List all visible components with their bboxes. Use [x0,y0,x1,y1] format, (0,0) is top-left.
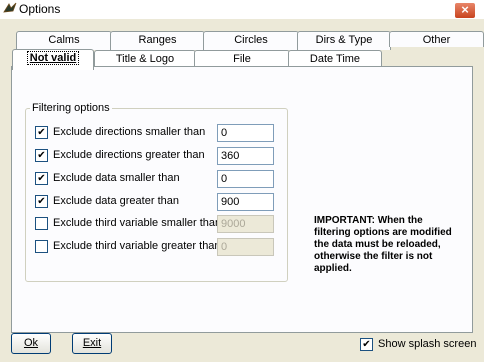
title-bar: Options × [0,0,484,19]
show-splash-label: Show splash screen [378,338,477,350]
tab-label: Ranges [138,34,177,46]
close-button[interactable]: × [454,2,476,19]
exclude-data-smaller-input[interactable]: 0 [217,170,274,188]
exit-button-label: Exit [82,337,102,349]
exclude-directions-smaller-input[interactable]: 0 [217,124,274,142]
dialog-body: Calms Ranges Circles Dirs & Type Other N… [0,19,484,362]
filter-row: Exclude third variable greater than [35,239,221,255]
tab-label: File [233,53,251,65]
filter-row-label: Exclude third variable greater than [53,240,221,252]
show-splash-checkbox[interactable] [360,338,373,351]
tab-ranges[interactable]: Ranges [110,31,205,50]
tab-label: Not valid [26,51,80,65]
exclude-data-smaller-checkbox[interactable] [35,172,48,185]
tab-other[interactable]: Other [389,31,484,47]
tab-calms[interactable]: Calms [16,31,112,50]
exclude-data-greater-checkbox[interactable] [35,195,48,208]
tab-panel-not-valid: Filtering options Exclude directions sma… [11,66,473,333]
exclude-directions-smaller-checkbox[interactable] [35,126,48,139]
tab-label: Other [422,34,451,46]
tab-label: Dirs & Type [315,34,373,46]
tab-dirs-type[interactable]: Dirs & Type [297,31,391,50]
filter-row: Exclude data smaller than [35,171,215,187]
ok-button-label: Ok [23,337,39,349]
filter-row: Exclude data greater than [35,194,215,210]
tab-label: Title & Logo [115,53,175,65]
exclude-third-smaller-checkbox[interactable] [35,217,48,230]
filter-row-label: Exclude directions greater than [53,149,205,161]
app-icon [3,2,17,13]
filter-row-label: Exclude directions smaller than [53,126,206,138]
exclude-data-greater-input[interactable]: 900 [217,193,274,211]
important-notice: IMPORTANT: When the filtering options ar… [314,215,452,274]
tab-label: Calms [48,34,80,46]
filtering-options-legend: Filtering options [32,102,110,114]
exclude-third-greater-input: 0 [217,238,274,256]
tab-label: Date Time [309,53,361,65]
exit-button[interactable]: Exit [72,333,112,354]
exclude-directions-greater-checkbox[interactable] [35,149,48,162]
tab-label: Circles [234,34,268,46]
filter-row-label: Exclude third variable smaller than [53,217,222,229]
filter-row: Exclude directions greater than [35,148,215,164]
tab-circles[interactable]: Circles [203,31,299,50]
filter-row: Exclude directions smaller than [35,125,215,141]
options-window: Options × Calms Ranges Circles Dirs & Ty… [0,0,484,362]
exclude-third-smaller-input: 9000 [217,215,274,233]
tab-not-valid[interactable]: Not valid [12,49,94,70]
exclude-directions-greater-input[interactable]: 360 [217,147,274,165]
filter-row: Exclude third variable smaller than [35,216,221,232]
ok-button[interactable]: Ok [11,333,51,354]
exclude-third-greater-checkbox[interactable] [35,240,48,253]
window-title: Options [19,2,61,16]
filter-row-label: Exclude data greater than [53,195,179,207]
filter-row-label: Exclude data smaller than [53,172,180,184]
